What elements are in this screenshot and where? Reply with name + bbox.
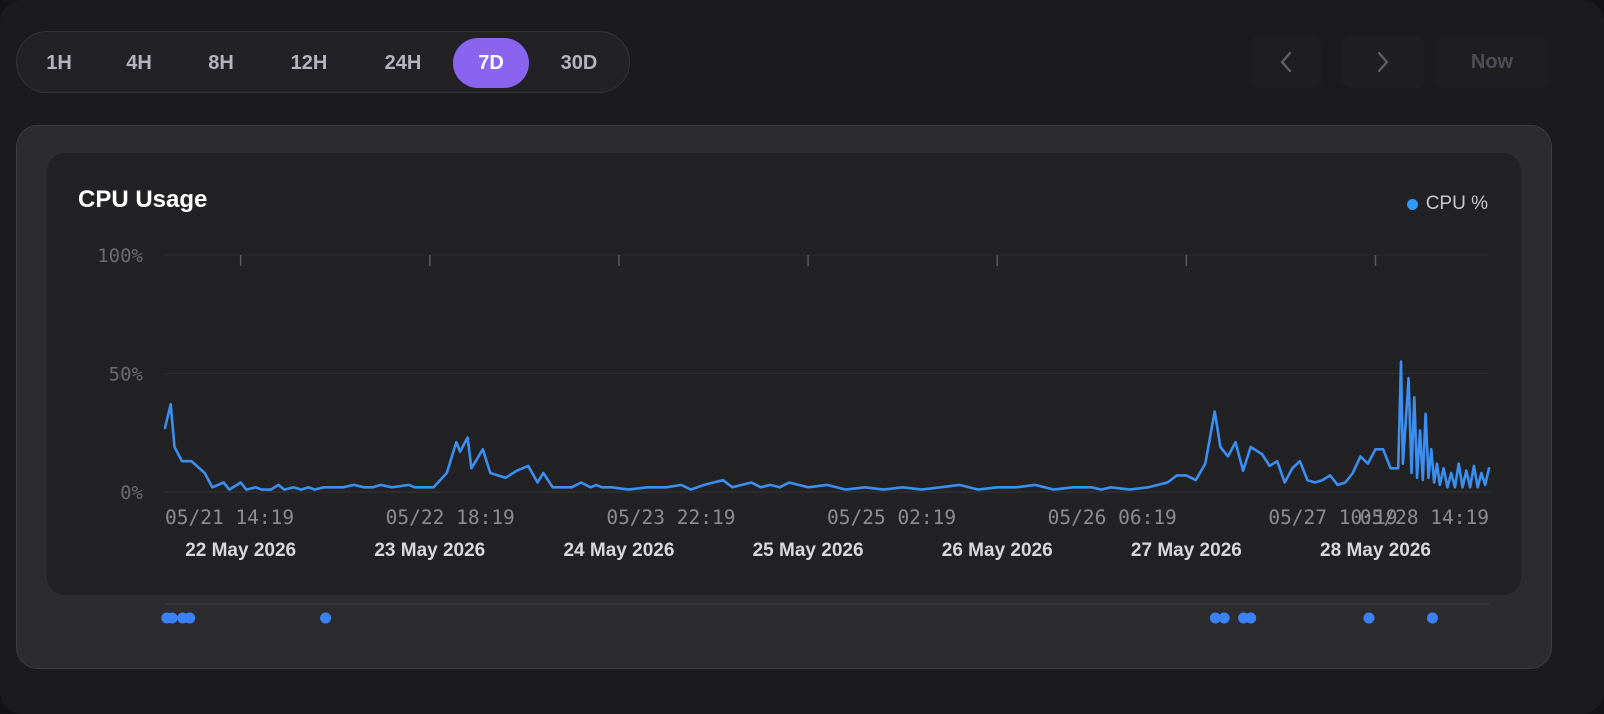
- y-tick-label: 0%: [120, 482, 143, 504]
- x-day-label: 25 May 2026: [753, 540, 864, 561]
- event-marker[interactable]: [320, 612, 332, 624]
- y-tick-label: 100%: [97, 245, 143, 267]
- x-day-label: 27 May 2026: [1131, 540, 1242, 561]
- event-marker[interactable]: [1245, 612, 1257, 624]
- event-marker[interactable]: [1363, 612, 1375, 624]
- x-day-label: 22 May 2026: [185, 540, 296, 561]
- x-tick-label: 05/22 18:19: [386, 506, 515, 529]
- event-marker[interactable]: [1427, 612, 1438, 624]
- y-tick-label: 50%: [109, 364, 144, 386]
- x-day-label: 28 May 2026: [1320, 540, 1431, 561]
- event-marker[interactable]: [1218, 612, 1230, 624]
- cpu-series-line: [163, 360, 1491, 491]
- x-tick-label: 05/23 22:19: [606, 506, 735, 529]
- event-marker[interactable]: [184, 612, 196, 624]
- x-tick-label: 05/28 14:19: [1360, 506, 1489, 529]
- x-tick-label: 05/21 14:19: [165, 506, 294, 529]
- x-day-label: 23 May 2026: [374, 540, 485, 561]
- event-marker[interactable]: [166, 612, 178, 624]
- x-tick-label: 05/25 02:19: [827, 506, 956, 529]
- app-window: 1H 4H 8H 12H 24H 7D 30D Now CPU Usage CP…: [0, 0, 1604, 714]
- cpu-usage-chart: 100% 50% 0% 22 May 2026 23 May 2026 24 May 20…: [97, 245, 1491, 624]
- x-tick-label: 05/26 06:19: [1048, 506, 1177, 529]
- x-day-label: 26 May 2026: [942, 540, 1053, 561]
- x-day-label: 24 May 2026: [563, 540, 674, 561]
